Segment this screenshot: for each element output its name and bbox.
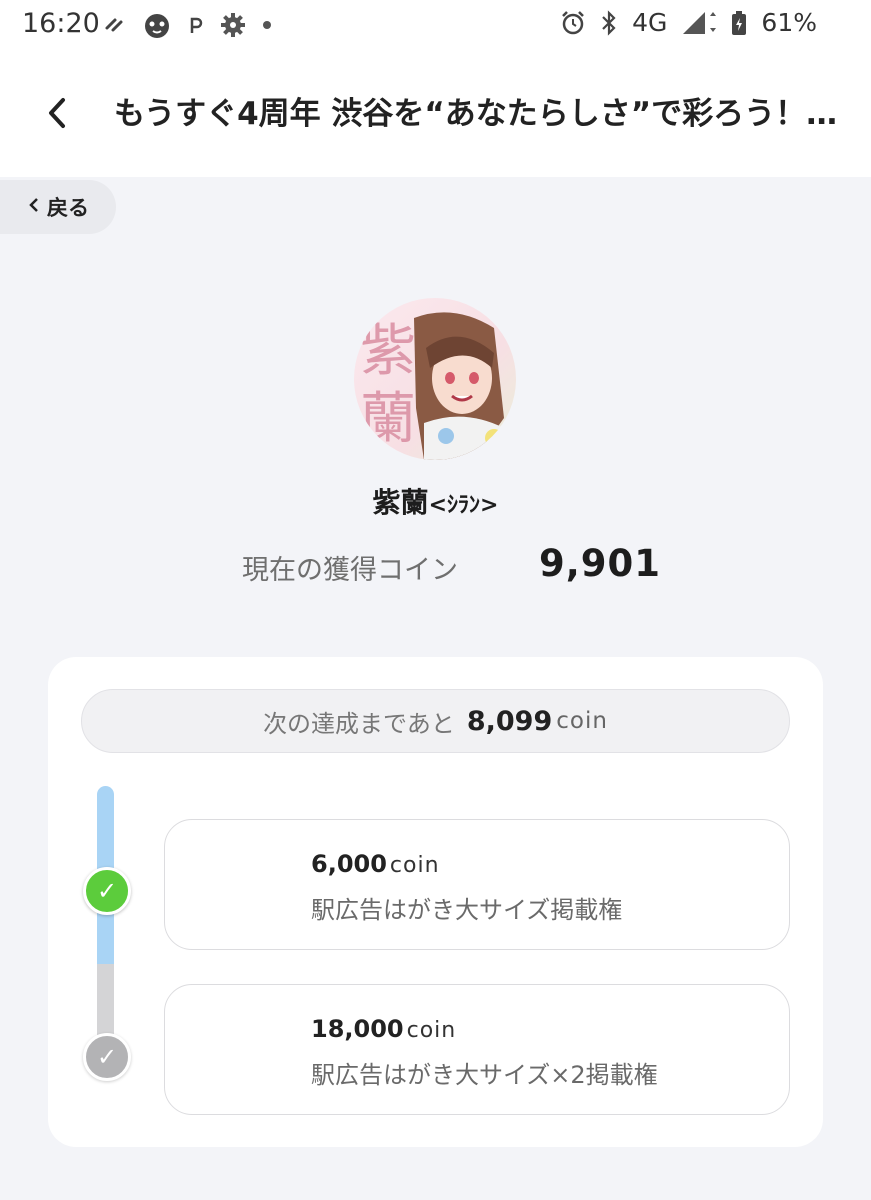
bluetooth-icon — [600, 9, 618, 36]
next-goal-unit: coin — [556, 708, 608, 734]
achieved-check-icon: ✓ — [83, 867, 131, 915]
artist-name-main: 紫蘭 — [372, 486, 429, 519]
pixiv-icon — [188, 15, 204, 35]
milestone-reward: 駅広告はがき大サイズ×2掲載権 — [311, 1061, 658, 1089]
progress-track-empty — [97, 964, 114, 1044]
alarm-icon — [560, 10, 586, 36]
gear-icon — [220, 12, 246, 38]
back-arrow-icon[interactable] — [36, 88, 80, 138]
artist-name: 紫蘭<ｼﾗﾝ> — [0, 481, 871, 521]
network-type: 4G — [632, 8, 668, 37]
battery-percent: 61% — [761, 8, 817, 37]
artist-name-suffix: <ｼﾗﾝ> — [428, 493, 499, 518]
milestone-amount: 6,000 coin — [311, 850, 440, 878]
next-goal-amount: 8,099 — [466, 705, 553, 737]
svg-text:蘭: 蘭 — [360, 387, 416, 452]
dot-icon — [262, 20, 272, 30]
milestone-item: 6,000 coin 駅広告はがき大サイズ掲載権 — [164, 819, 790, 950]
artist-avatar: 紫 蘭 — [354, 298, 516, 460]
page-title: もうすぐ4周年 渋谷を“あなたらしさ”で彩ろう！… — [114, 96, 836, 132]
signal-icon — [681, 10, 717, 36]
avatar-calligraphy: 紫 — [360, 319, 416, 384]
current-coins-value: 9,901 — [539, 542, 662, 585]
hatena-icon — [104, 14, 126, 36]
notification-icons — [104, 10, 272, 40]
system-status: 4G 61% — [560, 8, 817, 37]
status-bar: 16:20 4G 61% — [0, 0, 871, 52]
cat-face-icon — [142, 10, 172, 40]
back-button[interactable]: 戻る — [0, 180, 116, 234]
next-goal-prefix: 次の達成まであと — [263, 709, 455, 738]
next-goal-pill: 次の達成まであと 8,099 coin — [81, 689, 790, 753]
milestone-item: 18,000 coin 駅広告はがき大サイズ×2掲載権 — [164, 984, 790, 1115]
back-button-label: 戻る — [47, 196, 89, 220]
chevron-left-icon — [27, 195, 41, 219]
battery-icon — [731, 10, 747, 36]
pending-check-icon: ✓ — [83, 1033, 131, 1081]
milestone-amount: 18,000 coin — [311, 1015, 457, 1043]
app-bar: もうすぐ4周年 渋谷を“あなたらしさ”で彩ろう！… — [0, 52, 871, 177]
milestone-reward: 駅広告はがき大サイズ掲載権 — [311, 896, 623, 924]
current-coins-label: 現在の獲得コイン — [242, 555, 458, 586]
status-time: 16:20 — [22, 8, 100, 39]
